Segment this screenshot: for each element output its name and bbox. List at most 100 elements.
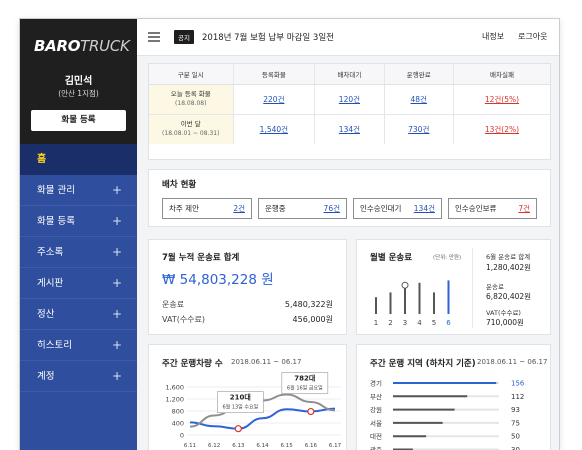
my-info-link[interactable]: 내정보 bbox=[482, 31, 504, 42]
weekly-vehicles-card: 주간 운행차량 수 2018.06.11 ~ 06.17 1,600 1,200 8… bbox=[148, 344, 347, 450]
dispatch-box-label: 운행중 bbox=[265, 204, 286, 213]
dispatch-box-value[interactable]: 7건 bbox=[518, 199, 530, 218]
top-bar: 공지 2018년 7월 보험 납부 마감일 3일전 내정보 로그아웃 bbox=[137, 19, 559, 56]
completed-link[interactable]: 48건 bbox=[411, 95, 427, 104]
plus-icon: + bbox=[111, 276, 122, 290]
register-cargo-button[interactable]: 화물 등록 bbox=[31, 110, 126, 131]
region-value: 30 bbox=[511, 446, 520, 450]
freight-label: 운송료 bbox=[486, 283, 504, 291]
monthly-tick-label: 4 bbox=[417, 319, 422, 327]
region-range: 2018.06.11 ~ 06.17 bbox=[477, 358, 548, 366]
sidebar-item-board[interactable]: 게시판 + bbox=[20, 268, 137, 299]
x-tick-label: 6.13 bbox=[232, 443, 245, 449]
dispatch-box-label: 차주 제안 bbox=[169, 204, 199, 213]
dispatch-box-pending-approval[interactable]: 인수승인대기 134건 bbox=[353, 198, 442, 219]
logo[interactable]: BAROTRUCK bbox=[34, 37, 130, 55]
weekly-range: 2018.06.11 ~ 06.17 bbox=[231, 358, 302, 366]
june-total-value: 1,280,402원 bbox=[486, 263, 532, 272]
waiting-link[interactable]: 134건 bbox=[339, 125, 360, 134]
dispatch-box-in-transit[interactable]: 운행중 76건 bbox=[258, 198, 347, 219]
sidebar-item-label: 주소록 bbox=[37, 247, 64, 258]
notice-text[interactable]: 2018년 7월 보험 납부 마감일 3일전 bbox=[202, 31, 334, 43]
vat-label: VAT(수수료) bbox=[162, 315, 206, 324]
registered-link[interactable]: 220건 bbox=[263, 95, 284, 104]
region-title: 주간 운행 지역 (하차지 기준) bbox=[370, 359, 476, 369]
sidebar-item-settlement[interactable]: 정산 + bbox=[20, 299, 137, 330]
callout-marker bbox=[307, 407, 315, 416]
monthly-freight-card: 월별 운송료 (단위: 만원) 123456 6월 운송료 합계 1,280,4… bbox=[356, 239, 551, 335]
app-window: BAROTRUCK 김민석 (안산 1지점) 화물 등록 홈 화물 관리 + 화물… bbox=[19, 18, 560, 450]
weekly-line-chart: 1,600 1,200 800 400 06.11 6.12 6.13 6.14 6.15 6.1… bbox=[165, 372, 342, 449]
logo-thin: TRUCK bbox=[80, 37, 130, 55]
monthly-hover-marker bbox=[401, 281, 409, 289]
y-tick-label: 0 bbox=[180, 432, 184, 440]
dispatch-box-owner-offer[interactable]: 차주 제안 2건 bbox=[162, 198, 252, 219]
x-tick-label: 6.12 bbox=[208, 443, 220, 449]
dispatch-box-label: 인수승인보류 bbox=[455, 204, 497, 213]
failed-link[interactable]: 12건(5%) bbox=[485, 95, 519, 104]
column-header: 배차실패 bbox=[453, 64, 550, 85]
region-value: 93 bbox=[511, 406, 520, 414]
table-cell: 120건 bbox=[314, 84, 385, 115]
sidebar-item-cargo-register[interactable]: 화물 등록 + bbox=[20, 206, 137, 237]
dispatch-box-approval-on-hold[interactable]: 인수승인보류 7건 bbox=[448, 198, 537, 219]
monthly-tick-label: 5 bbox=[432, 319, 436, 327]
callout-value: 782대 bbox=[294, 374, 315, 383]
logout-link[interactable]: 로그아웃 bbox=[518, 31, 547, 42]
sidebar-item-address-book[interactable]: 주소록 + bbox=[20, 237, 137, 268]
region-label: 대전 bbox=[370, 432, 382, 441]
row-header: 오늘 등록 화물 (18.08.08) bbox=[149, 84, 234, 115]
sidebar-item-label: 화물 관리 bbox=[37, 185, 75, 196]
row-header: 이번 달 (18.08.01 ~ 08.31) bbox=[149, 114, 234, 144]
waiting-link[interactable]: 120건 bbox=[339, 95, 360, 104]
table-cell: 13건(2%) bbox=[453, 114, 550, 144]
dispatch-box-label: 인수승인대기 bbox=[360, 204, 402, 213]
sidebar-header: BAROTRUCK 김민석 (안산 1지점) 화물 등록 bbox=[20, 19, 137, 144]
table-row: 오늘 등록 화물 (18.08.08) 220건 120건 48건 12건(5%) bbox=[149, 84, 550, 115]
plus-icon: + bbox=[111, 214, 122, 228]
failed-link[interactable]: 13건(2%) bbox=[485, 125, 519, 134]
row-label: 이번 달 bbox=[180, 120, 201, 129]
y-tick-label: 1,600 bbox=[165, 384, 184, 392]
dispatch-box-value[interactable]: 134건 bbox=[414, 199, 435, 218]
vat-value: 710,000원 bbox=[486, 318, 524, 327]
divider bbox=[472, 248, 473, 328]
y-tick-label: 800 bbox=[172, 408, 184, 416]
row-sublabel: (18.08.01 ~ 08.31) bbox=[162, 130, 220, 138]
table-header-row: 구분 일시 등록화물 배차대기 운행완료 배차실패 bbox=[149, 64, 550, 85]
freight-value: 5,480,322원 bbox=[284, 300, 333, 309]
hamburger-menu-icon[interactable] bbox=[148, 32, 160, 42]
sidebar-item-home[interactable]: 홈 bbox=[20, 144, 137, 175]
monthly-tick-label: 2 bbox=[388, 319, 392, 327]
plus-icon: + bbox=[111, 307, 122, 321]
table-row: 이번 달 (18.08.01 ~ 08.31) 1,540건 134건 730건 … bbox=[149, 114, 550, 144]
dispatch-box-value[interactable]: 2건 bbox=[233, 199, 245, 218]
callout-date: 6월 13일 수요일 bbox=[222, 404, 258, 411]
column-header: 구분 일시 bbox=[149, 64, 234, 85]
monthly-unit: (단위: 만원) bbox=[433, 255, 462, 261]
plus-icon: + bbox=[111, 183, 122, 197]
x-tick-label: 6.17 bbox=[329, 443, 342, 449]
dispatch-title: 배차 현황 bbox=[162, 180, 197, 190]
table-cell: 730건 bbox=[384, 114, 454, 144]
sidebar-item-label: 게시판 bbox=[37, 278, 64, 289]
y-tick-label: 400 bbox=[172, 420, 184, 428]
registered-link[interactable]: 1,540건 bbox=[260, 125, 288, 134]
completed-link[interactable]: 730건 bbox=[408, 125, 429, 134]
sidebar-item-cargo-management[interactable]: 화물 관리 + bbox=[20, 175, 137, 206]
freight-value: 6,820,402원 bbox=[486, 292, 532, 301]
x-tick-label: 6.16 bbox=[305, 443, 318, 449]
row-sublabel: (18.08.08) bbox=[175, 100, 207, 107]
dispatch-box-value[interactable]: 76건 bbox=[324, 199, 340, 218]
x-tick-label: 6.15 bbox=[281, 443, 294, 449]
user-name: 김민석 bbox=[64, 76, 93, 87]
sidebar-item-history[interactable]: 히스토리 + bbox=[20, 330, 137, 361]
monthly-tick-label: 6 bbox=[446, 319, 451, 327]
monthly-total-card: 7월 누적 운송료 합계 ₩ 54,803,228 원 운송료 5,480,32… bbox=[148, 239, 347, 335]
logo-bold: BARO bbox=[34, 37, 81, 55]
sidebar-item-account[interactable]: 계정 + bbox=[20, 361, 137, 392]
monthly-tick-label: 3 bbox=[403, 319, 407, 327]
table-cell: 12건(5%) bbox=[453, 84, 550, 115]
row-label: 오늘 등록 화물 bbox=[170, 90, 211, 98]
region-value: 156 bbox=[511, 380, 525, 388]
